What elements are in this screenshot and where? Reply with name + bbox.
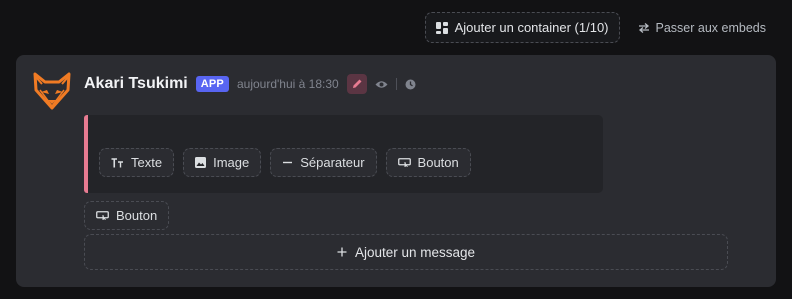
container-accent-bar[interactable] bbox=[84, 115, 88, 193]
component-buttons: Texte Image Séparateur Bouton bbox=[99, 148, 471, 177]
text-label: Texte bbox=[131, 155, 163, 170]
button-icon bbox=[96, 211, 109, 220]
divider bbox=[395, 78, 397, 90]
standalone-button[interactable]: Bouton bbox=[84, 201, 170, 230]
edit-profile-button[interactable] bbox=[346, 74, 367, 94]
add-button-button[interactable]: Bouton bbox=[385, 148, 471, 177]
plus-icon bbox=[337, 247, 347, 257]
add-container-label: Ajouter un container (1/10) bbox=[454, 20, 609, 35]
component-container: Texte Image Séparateur Bouton bbox=[84, 115, 603, 193]
grid-icon bbox=[435, 21, 448, 34]
message-preview-card: Akari Tsukimi APP aujourd'hui à 18:30 Te… bbox=[16, 55, 776, 287]
add-message-button[interactable]: Ajouter un message bbox=[84, 234, 728, 270]
add-container-button[interactable]: Ajouter un container (1/10) bbox=[424, 12, 620, 43]
add-message-label: Ajouter un message bbox=[354, 244, 476, 260]
switch-embeds-label: Passer aux embeds bbox=[655, 20, 766, 35]
separator-label: Séparateur bbox=[300, 155, 365, 170]
button-icon bbox=[397, 158, 411, 167]
timestamp: aujourd'hui à 18:30 bbox=[236, 77, 339, 91]
switch-embeds-button[interactable]: Passer aux embeds bbox=[638, 21, 766, 35]
avatar bbox=[31, 70, 73, 112]
pencil-icon bbox=[352, 79, 362, 88]
app-badge: APP bbox=[195, 76, 229, 92]
button-label: Bouton bbox=[417, 155, 459, 170]
add-text-button[interactable]: Texte bbox=[99, 148, 175, 177]
clock-icon[interactable] bbox=[405, 79, 416, 90]
username: Akari Tsukimi bbox=[84, 75, 188, 92]
separator-icon bbox=[282, 157, 293, 168]
image-label: Image bbox=[213, 155, 250, 170]
add-separator-button[interactable]: Séparateur bbox=[270, 148, 377, 177]
message-header: Akari Tsukimi APP aujourd'hui à 18:30 bbox=[84, 74, 416, 94]
text-icon bbox=[111, 157, 124, 168]
swap-arrows-icon bbox=[638, 22, 650, 33]
top-toolbar: Ajouter un container (1/10) Passer aux e… bbox=[0, 12, 792, 43]
fox-avatar-icon bbox=[33, 72, 71, 110]
add-image-button[interactable]: Image bbox=[183, 148, 262, 177]
image-icon bbox=[195, 157, 207, 168]
standalone-button-label: Bouton bbox=[116, 208, 158, 223]
eye-icon[interactable] bbox=[375, 80, 388, 89]
